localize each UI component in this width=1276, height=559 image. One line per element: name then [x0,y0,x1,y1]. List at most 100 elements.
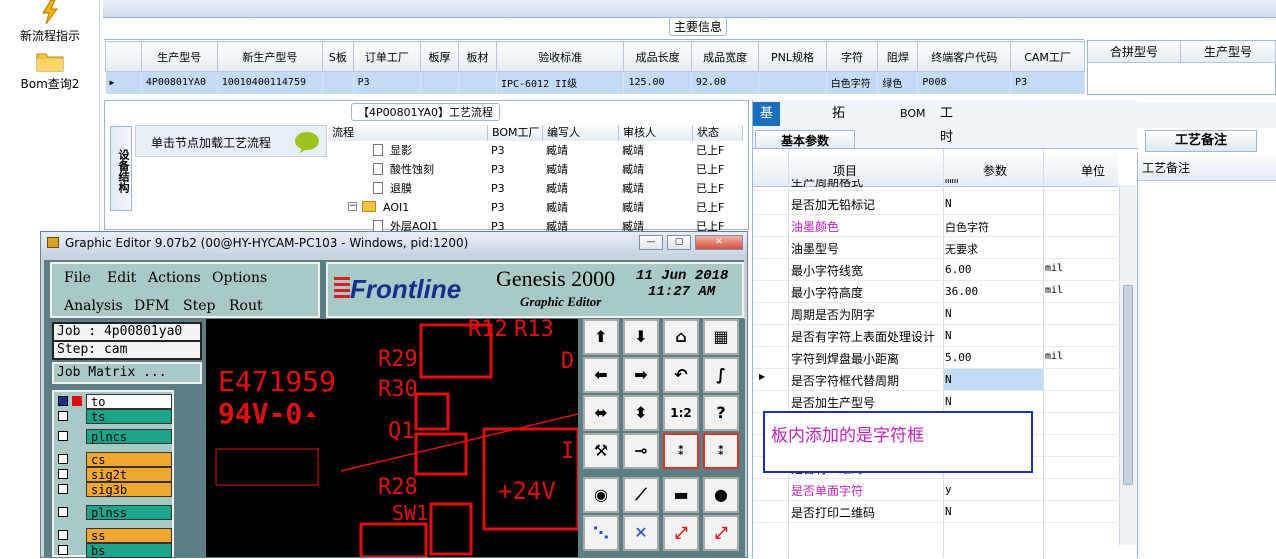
column-header[interactable]: 参数 [983,162,1007,179]
menu-dfm[interactable]: DFM [134,298,169,314]
window-titlebar[interactable]: Graphic Editor 9.07b2 (00@HY-HYCAM-PC103… [41,232,747,254]
home-icon[interactable]: ⌂ [663,319,699,355]
pcb-canvas[interactable]: E471959 94V-0 R29 R30 Q1 R28 SW1 R12 R13… [206,319,578,557]
column-header[interactable]: 板厚 [420,41,459,72]
column-header[interactable]: 终端客户代码 [917,41,1012,72]
column-header[interactable]: 生产型号 [140,41,218,72]
column-header[interactable]: 单位 [1081,162,1105,179]
nav-item-bom-query[interactable]: Bom查询2 [0,50,100,92]
column-header[interactable]: 字符 [825,41,879,72]
list-item[interactable]: − AOI1 P3 臧靖 臧靖 已上F [328,198,743,217]
layer-checkbox[interactable] [58,411,68,421]
layer-checkbox[interactable] [58,530,68,540]
layer-item[interactable]: plncs [56,429,172,444]
tab-device-structure[interactable]: 设备结构 [110,126,132,211]
add-pad-icon[interactable]: ◉ [583,477,619,513]
table-row-selected[interactable]: ▶ 是否字符框代替周期 N [753,369,1118,391]
genesis-window[interactable]: Graphic Editor 9.07b2 (00@HY-HYCAM-PC103… [40,231,748,558]
scrollbar-thumb[interactable] [1123,285,1133,485]
move-left-icon[interactable]: ⬅ [583,357,619,393]
table-row[interactable]: 是否有字符上表面处理设计 N [753,325,1118,347]
zoom-ratio-icon[interactable]: 1:2 [663,395,699,431]
route-alt-icon[interactable]: ⤢ [703,515,739,551]
minimize-button[interactable]: — [639,235,663,250]
column-header[interactable]: 板材 [458,41,497,72]
maximize-button[interactable]: ▢ [667,235,691,250]
tab-process-notes[interactable]: 工艺备注 [1145,130,1257,152]
netlist-icon[interactable]: ⁑ [663,433,699,469]
pad-icon[interactable]: ● [703,477,739,513]
close-button[interactable]: ✕ [695,235,743,250]
ruler-icon[interactable]: ▬ [663,477,699,513]
table-row[interactable]: 生产周期格式 mm [753,179,1118,191]
layer-item[interactable]: sig2t [56,467,172,482]
column-header[interactable]: 项目 [833,162,857,179]
column-header[interactable]: 成品宽度 [690,41,760,72]
column-header[interactable]: CAM工厂 [1010,41,1085,72]
draw-line-icon[interactable]: ⟋ [623,477,659,513]
column-header[interactable]: 生产型号 [1181,41,1276,63]
move-down-icon[interactable]: ⬇ [623,319,659,355]
layer-item[interactable]: ts [56,409,172,424]
menu-analysis[interactable]: Analysis [64,298,123,314]
table-row[interactable]: 最小字符高度 36.00 mil [753,281,1118,303]
column-header[interactable]: 审核人 [619,125,693,141]
table-row[interactable]: 是否加无铅标记 N [753,193,1118,215]
column-header[interactable]: 阻焊 [877,41,919,72]
column-header[interactable]: 编写人 [543,125,619,141]
table-row[interactable]: 周期是否为阴字 N [753,303,1118,325]
column-header[interactable]: 订单工厂 [352,41,422,72]
table-row[interactable]: ▶ 4P00801YA0 10010400114759 P3 IPC-6012 … [105,71,1085,94]
help-icon[interactable]: ? [703,395,739,431]
column-header[interactable]: 流程 [328,125,488,141]
snap-icon[interactable]: ⊸ [623,433,659,469]
table-row[interactable]: 是否单面字符 y [753,479,1118,501]
menu-edit[interactable]: Edit [107,270,136,286]
layer-item[interactable]: cs [56,452,172,467]
table-row[interactable]: 字符到焊盘最小距离 5.00 mil [753,347,1118,369]
list-item[interactable]: 显影 P3 臧靖 臧靖 已上F [328,141,743,160]
layer-checkbox[interactable] [58,454,68,464]
table-row[interactable]: 最小字符线宽 6.00 mil [753,259,1118,281]
column-header[interactable]: 成品长度 [623,41,692,72]
table-row[interactable]: 是否加生产型号 N [753,391,1118,413]
column-header[interactable]: 新生产型号 [216,41,324,72]
list-item[interactable]: 退膜 P3 臧靖 臧靖 已上F [328,179,743,198]
tab-bom[interactable]: BOM [893,102,933,126]
zoom-fit-icon[interactable]: ⬌ [583,395,619,431]
layer-checkbox[interactable] [58,507,68,517]
menu-step[interactable]: Step [183,298,215,314]
column-header[interactable]: 验收标准 [495,41,625,72]
move-right-icon[interactable]: ➡ [623,357,659,393]
layer-item[interactable]: ss [56,528,172,543]
delete-connect-icon[interactable]: ✕ [623,515,659,551]
redraw-icon[interactable]: ↶ [663,357,699,393]
selected-cell[interactable] [944,369,1043,390]
column-header[interactable]: 工艺备注 [1142,159,1190,176]
column-header[interactable]: 状态 [693,125,743,141]
route-icon[interactable]: ⤢ [663,515,699,551]
layer-checkbox[interactable] [58,469,68,479]
menu-file[interactable]: File [64,270,91,286]
move-up-icon[interactable]: ⬆ [583,319,619,355]
measure-icon[interactable]: ⚒ [583,433,619,469]
tab-basic-info[interactable]: 基本信息 [753,102,781,193]
job-matrix-button[interactable]: Job Matrix ... [52,362,202,384]
list-item[interactable]: 酸性蚀刻 P3 臧靖 臧靖 已上F [328,160,743,179]
tab-extended-info[interactable]: 拓展信息 [825,102,852,193]
table-row[interactable]: 油墨型号 无要求 [753,237,1118,259]
layer-item[interactable]: sig3b [56,482,172,497]
column-header[interactable]: 合拼型号 [1088,41,1181,63]
nav-item-new-flow[interactable]: 新流程指示 [0,0,100,43]
connect-icon[interactable]: ⋱ [583,515,619,551]
column-header[interactable]: S板 [322,41,354,72]
menu-rout[interactable]: Rout [229,298,263,314]
layer-checkbox[interactable] [58,484,68,494]
table-row[interactable]: 是否打印二维码 N [753,501,1118,523]
window-icon[interactable]: ▦ [703,319,739,355]
column-header[interactable]: BOM工厂 [488,125,543,141]
collapse-icon[interactable]: − [348,202,357,211]
vertical-scrollbar[interactable] [1119,185,1136,545]
table-row[interactable]: 油墨颜色 白色字符 [753,215,1118,237]
layer-checkbox[interactable] [58,545,68,555]
